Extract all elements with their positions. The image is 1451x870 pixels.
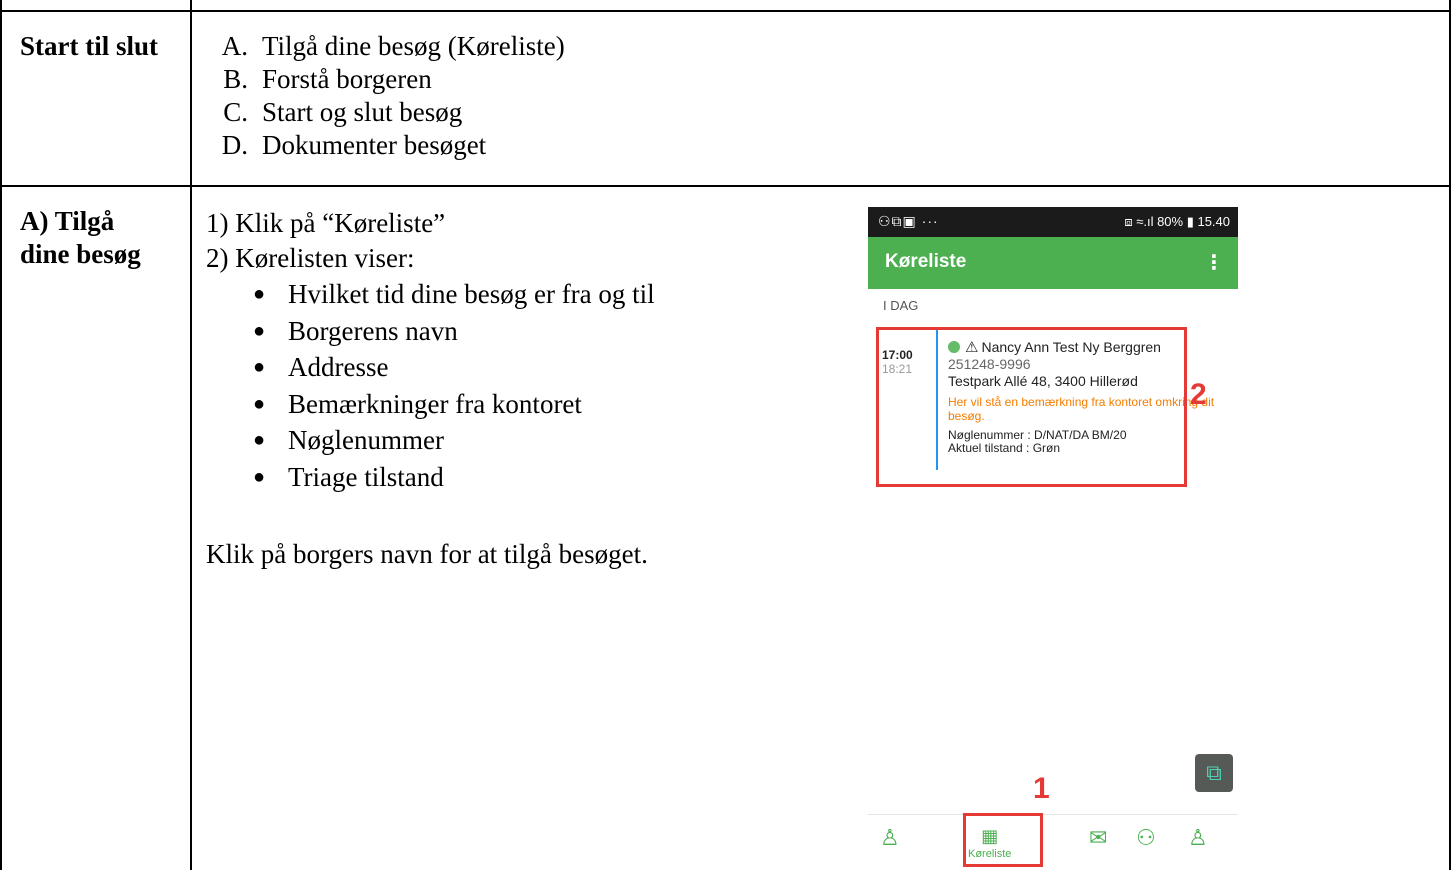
step-2-text: 2) Kørelisten viser: bbox=[206, 243, 415, 273]
nav-profile-icon[interactable]: ♙ bbox=[1188, 825, 1208, 851]
list-item: A. Tilgå dine besøg (Køreliste) bbox=[221, 31, 565, 61]
table-column-divider bbox=[190, 0, 192, 870]
list-item: ● Nøglenummer bbox=[252, 425, 444, 455]
expand-button[interactable]: ⧉ bbox=[1195, 754, 1233, 792]
list-item: ● Triage tilstand bbox=[252, 461, 444, 492]
overview-list: A. Tilgå dine besøg (Køreliste) B. Forstå … bbox=[200, 30, 565, 162]
list-item: ● Borgerens navn bbox=[252, 315, 458, 346]
section-a-steps: 1) Klik på “Køreliste” 2) Kørelisten vis… bbox=[206, 206, 445, 276]
overview-row-label: Start til slut bbox=[20, 31, 158, 61]
overflow-menu-icon[interactable]: ⋮ bbox=[1204, 250, 1224, 275]
day-header: I DAG bbox=[883, 298, 919, 313]
table-top-border bbox=[0, 10, 1451, 12]
table-row-divider bbox=[0, 185, 1451, 187]
list-item: C. Start og slut besøg bbox=[223, 97, 463, 127]
table-left-border bbox=[0, 0, 2, 870]
phone-screenshot: ⚇⧉▣ ··· ⧈ ≈.ıl 80% ▮ 15.40 Køreliste ⋮ I… bbox=[868, 207, 1238, 870]
list-item: B. Forstå borgeren bbox=[223, 64, 432, 94]
app-title: Køreliste bbox=[885, 251, 967, 272]
marker-2: 2 bbox=[1190, 378, 1207, 411]
highlight-box-visit bbox=[876, 327, 1187, 487]
section-a-label: A) Tilgå dine besøg bbox=[20, 206, 141, 269]
app-bar: Køreliste ⋮ bbox=[868, 237, 1238, 289]
list-item: ● Hvilket tid dine besøg er fra og til bbox=[252, 279, 655, 309]
list-item: D. Dokumenter besøget bbox=[221, 130, 487, 160]
bottom-navigation: ♙ ▦ Køreliste ✉ ⚇ ♙ bbox=[868, 814, 1238, 870]
status-icons-left: ⚇⧉▣ ··· bbox=[878, 213, 939, 229]
feature-bullet-list: ● Hvilket tid dine besøg er fra og til ● B… bbox=[230, 276, 655, 495]
instruction-note: Klik på borgers navn for at tilgå besøge… bbox=[206, 539, 648, 569]
status-icons-right: ⧈ ≈.ıl 80% ▮ 15.40 bbox=[1124, 214, 1230, 229]
status-bar: ⚇⧉▣ ··· ⧈ ≈.ıl 80% ▮ 15.40 bbox=[868, 207, 1238, 237]
nav-group-icon[interactable]: ⚇ bbox=[1136, 825, 1156, 851]
highlight-box-nav bbox=[963, 813, 1043, 867]
nav-mail-icon[interactable]: ✉ bbox=[1089, 825, 1107, 851]
list-item: ● Bemærkninger fra kontoret bbox=[252, 388, 582, 419]
list-item: ● Addresse bbox=[252, 352, 389, 382]
step-1-text: 1) Klik på “Køreliste” bbox=[206, 208, 446, 238]
marker-1: 1 bbox=[1033, 772, 1050, 805]
nav-person-icon[interactable]: ♙ bbox=[880, 825, 900, 851]
